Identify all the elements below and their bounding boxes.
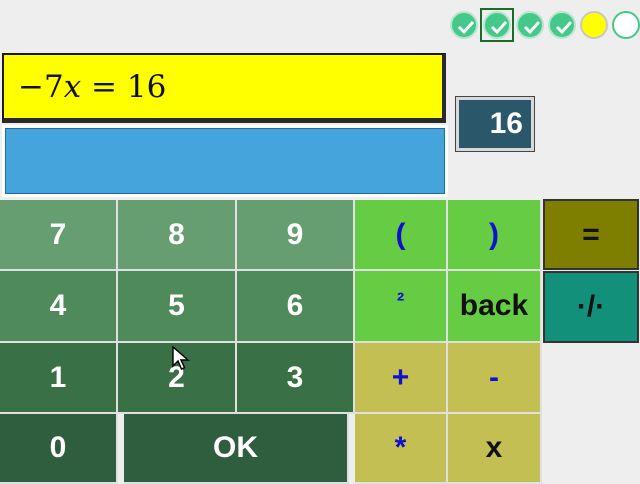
target-value: 16 [489,107,523,140]
equation-coefficient: 7 [43,68,64,105]
equation-minus: − [18,68,44,105]
equation-variable: x [63,68,82,105]
key-0[interactable]: 0 [0,414,118,484]
equation-display: −7 x = 16 [2,53,446,123]
progress-dot-3 [516,11,544,39]
key-8[interactable]: 8 [118,200,237,271]
ok-button[interactable]: OK [124,414,349,484]
key-left-paren[interactable]: ( [355,200,448,271]
progress-dot-1 [450,11,478,39]
key-plus[interactable]: + [355,343,448,414]
key-right-paren[interactable]: ) [448,200,542,271]
key-backspace[interactable]: back [448,271,542,343]
equation-rest: = 16 [81,68,167,105]
key-fraction[interactable]: ·/· [543,271,639,343]
check-icon [457,20,475,35]
check-icon [523,20,541,35]
key-multiply[interactable]: * [355,414,448,484]
key-7[interactable]: 7 [0,200,118,271]
key-4[interactable]: 4 [0,271,118,343]
progress-dot-5 [580,11,608,39]
key-square[interactable]: ² [355,271,448,343]
key-9[interactable]: 9 [237,200,355,271]
check-icon [555,20,573,35]
key-6[interactable]: 6 [237,271,355,343]
progress-dot-4 [548,11,576,39]
key-1[interactable]: 1 [0,343,118,414]
key-minus[interactable]: - [448,343,542,414]
target-value-box: 16 [456,97,534,151]
progress-dot-6 [612,11,640,39]
progress-dot-2 [483,11,511,39]
key-5[interactable]: 5 [118,271,237,343]
answer-input[interactable] [2,125,448,197]
key-3[interactable]: 3 [237,343,355,414]
key-x[interactable]: x [448,414,542,484]
check-icon [490,20,508,35]
mouse-cursor-icon [172,346,190,370]
key-equals[interactable]: = [543,199,639,270]
